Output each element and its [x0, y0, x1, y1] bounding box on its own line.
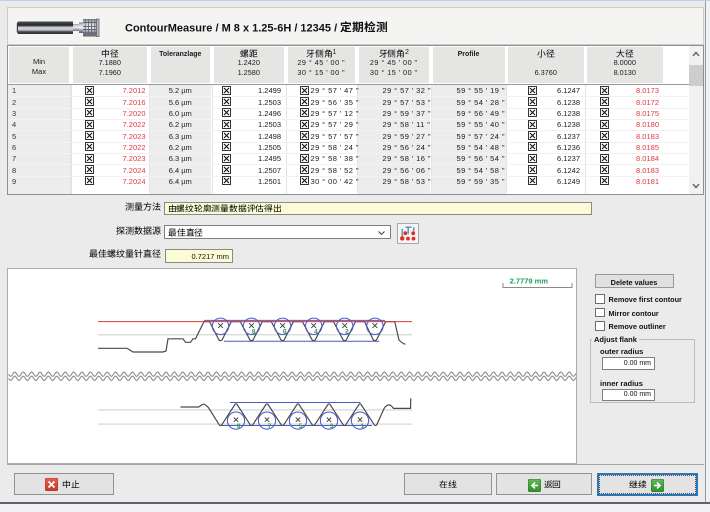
svg-text:5: 5	[299, 423, 303, 430]
svg-text:2: 2	[345, 329, 349, 336]
svg-text:7: 7	[268, 423, 272, 430]
svg-text:4: 4	[314, 329, 318, 336]
svg-text:2.7779 mm: 2.7779 mm	[510, 277, 549, 286]
svg-text:3: 3	[330, 423, 334, 430]
svg-text:6: 6	[283, 329, 287, 336]
svg-text:1: 1	[361, 423, 365, 430]
svg-text:9: 9	[237, 423, 241, 430]
svg-text:8: 8	[252, 329, 256, 336]
